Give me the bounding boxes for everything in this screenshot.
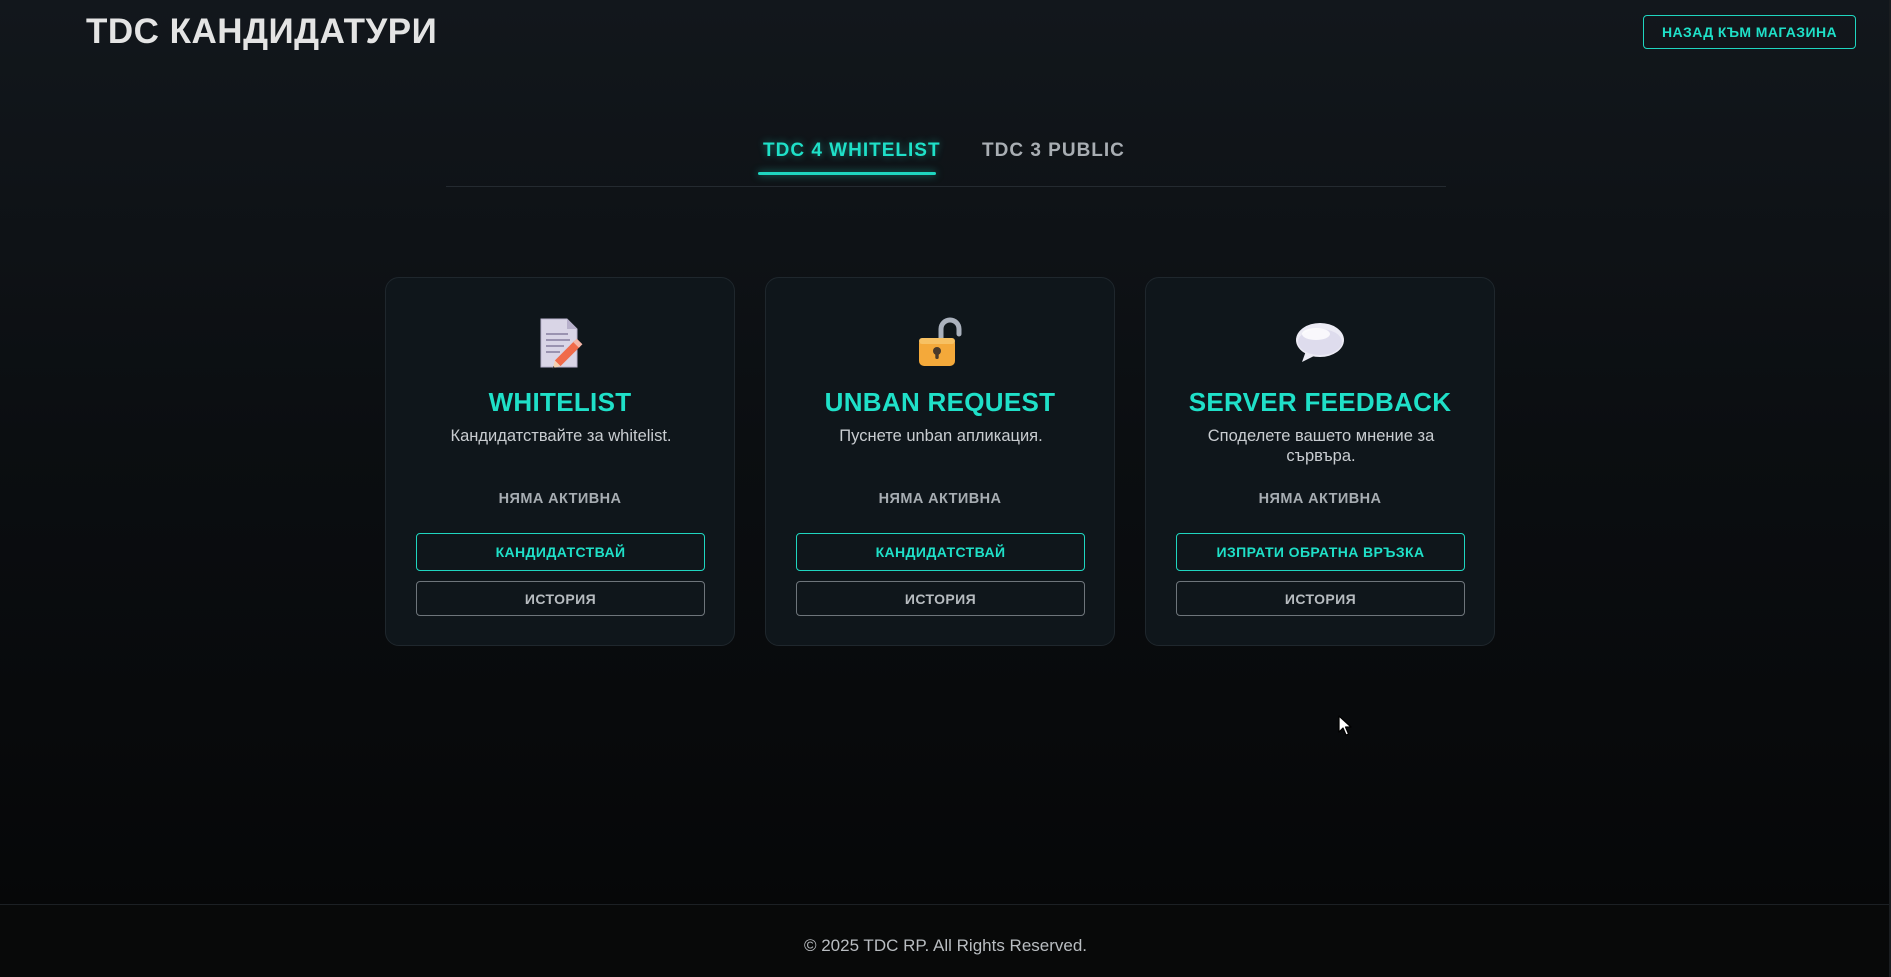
send-feedback-button[interactable]: ИЗПРАТИ ОБРАТНА ВРЪЗКА [1176, 533, 1465, 571]
speech-bubble-icon [1146, 316, 1494, 370]
page: TDC КАНДИДАТУРИ НАЗАД КЪМ МАГАЗИНА TDC 4… [0, 0, 1891, 977]
card-description: Споделете вашето мнение за сървъра. [1207, 427, 1435, 465]
card-description: Кандидатствайте за whitelist. [450, 427, 672, 445]
card-status: НЯМА АКТИВНА [878, 491, 1002, 507]
card-title: WHITELIST [488, 387, 632, 417]
unban-apply-button[interactable]: КАНДИДАТСТВАЙ [796, 533, 1085, 571]
tab-tdc3-public[interactable]: TDC 3 PUBLIC [982, 140, 1125, 162]
server-tabs: TDC 4 WHITELIST TDC 3 PUBLIC [446, 128, 1446, 187]
tab-tdc4-whitelist[interactable]: TDC 4 WHITELIST [763, 140, 941, 162]
whitelist-card: WHITELIST Кандидатствайте за whitelist. … [385, 277, 735, 646]
unban-request-card: UNBAN REQUEST Пуснете unban апликация. Н… [765, 277, 1115, 646]
card-status: НЯМА АКТИВНА [1258, 491, 1382, 507]
site-footer: © 2025 TDC RP. All Rights Reserved. [0, 904, 1891, 977]
feedback-history-button[interactable]: ИСТОРИЯ [1176, 581, 1465, 616]
copyright-text: © 2025 TDC RP. All Rights Reserved. [803, 936, 1088, 955]
card-status: НЯМА АКТИВНА [498, 491, 622, 507]
card-title: SERVER FEEDBACK [1188, 387, 1452, 417]
card-description: Пуснете unban апликация. [839, 427, 1043, 445]
back-to-store-button[interactable]: НАЗАД КЪМ МАГАЗИНА [1643, 15, 1856, 49]
whitelist-apply-button[interactable]: КАНДИДАТСТВАЙ [416, 533, 705, 571]
card-title: UNBAN REQUEST [824, 387, 1056, 417]
server-feedback-card: SERVER FEEDBACK Споделете вашето мнение … [1145, 277, 1495, 646]
mouse-cursor-icon [1338, 715, 1352, 736]
unlocked-padlock-icon [766, 316, 1114, 370]
site-title: TDC КАНДИДАТУРИ [86, 12, 438, 51]
whitelist-history-button[interactable]: ИСТОРИЯ [416, 581, 705, 616]
unban-history-button[interactable]: ИСТОРИЯ [796, 581, 1085, 616]
document-pencil-icon [386, 316, 734, 370]
active-tab-indicator [758, 172, 936, 175]
site-header: TDC КАНДИДАТУРИ НАЗАД КЪМ МАГАЗИНА [0, 0, 1891, 64]
